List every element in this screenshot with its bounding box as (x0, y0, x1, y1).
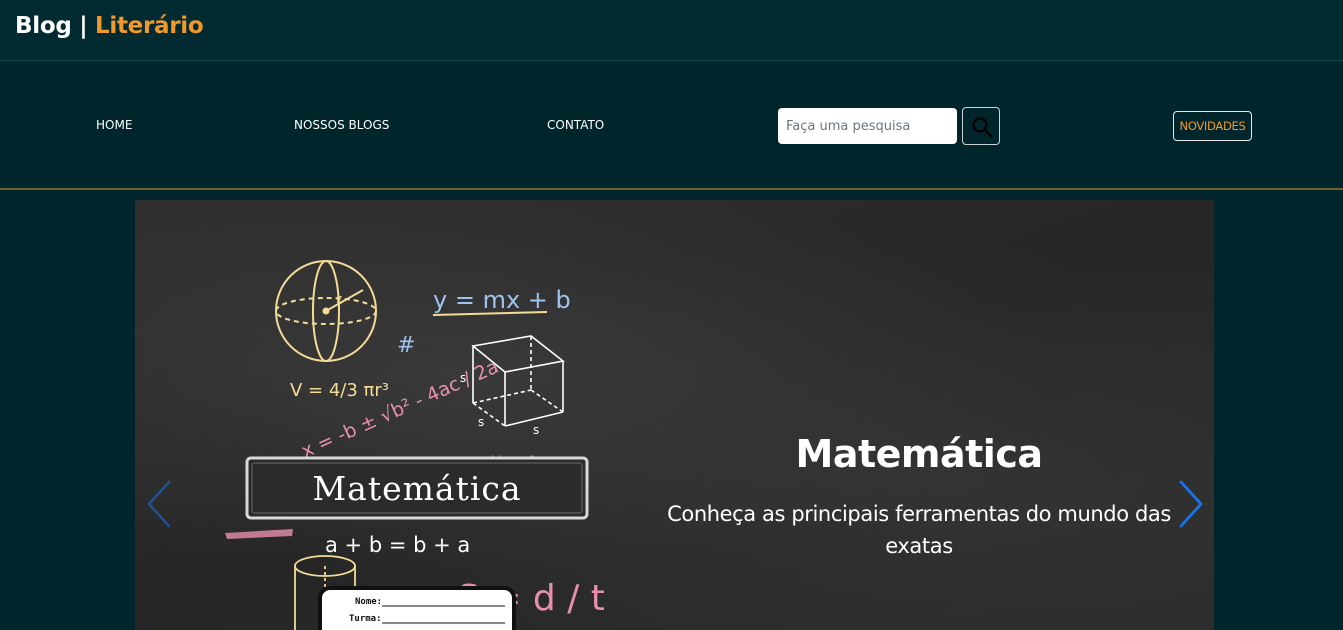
eq-quadratic: x = -b ± √b² - 4ac / 2a (298, 356, 502, 463)
cube-label-3: s (533, 423, 539, 437)
eq-volume: V = 4/3 πr³ (290, 380, 389, 401)
banner-text: Matemática (312, 469, 521, 508)
chevron-left-icon (147, 480, 171, 528)
carousel-prev-button[interactable] (141, 476, 181, 532)
brand-logo[interactable]: Blog | Literário (15, 13, 204, 39)
worksheet-turma-label: Turma: (349, 614, 382, 624)
search-button[interactable] (962, 107, 1000, 145)
search-input[interactable] (778, 108, 957, 144)
slide-title: Matemática (795, 432, 1044, 476)
brand-blog-text: Blog (15, 13, 72, 39)
brand-separator: | (79, 13, 88, 39)
nav-link-contato[interactable]: CONTATO (547, 118, 604, 132)
sphere-drawing (275, 260, 377, 362)
carousel: r y = mx + b # s s s V = 4/3 πr³ x = -b … (135, 200, 1214, 630)
hash-symbol: # (397, 333, 415, 358)
navbar: HOME NOSSOS BLOGS CONTATO NOVIDADES (0, 62, 1343, 190)
nav-link-nossos-blogs[interactable]: NOSSOS BLOGS (294, 118, 389, 132)
slide-caption: Matemática Conheça as principais ferrame… (645, 432, 1193, 562)
slide-subtitle: Conheça as principais ferramentas do mun… (667, 501, 1171, 558)
worksheet-nome-label: Nome: (355, 597, 382, 607)
chevron-right-icon (1179, 480, 1203, 528)
sphere-radius-label: r (336, 292, 342, 308)
carousel-next-button[interactable] (1171, 476, 1211, 532)
nav-link-home[interactable]: HOME (96, 118, 132, 132)
brand-literario-text: Literário (95, 13, 204, 39)
cube-label-2: s (478, 415, 484, 429)
eq-commutative: a + b = b + a (325, 533, 470, 557)
search-icon (972, 117, 993, 138)
top-bar: Blog | Literário (0, 0, 1343, 61)
eq-line: y = mx + b (433, 286, 571, 314)
novidades-button[interactable]: NOVIDADES (1173, 111, 1252, 141)
chalkboard-math-image: r y = mx + b # s s s V = 4/3 πr³ x = -b … (225, 260, 605, 630)
